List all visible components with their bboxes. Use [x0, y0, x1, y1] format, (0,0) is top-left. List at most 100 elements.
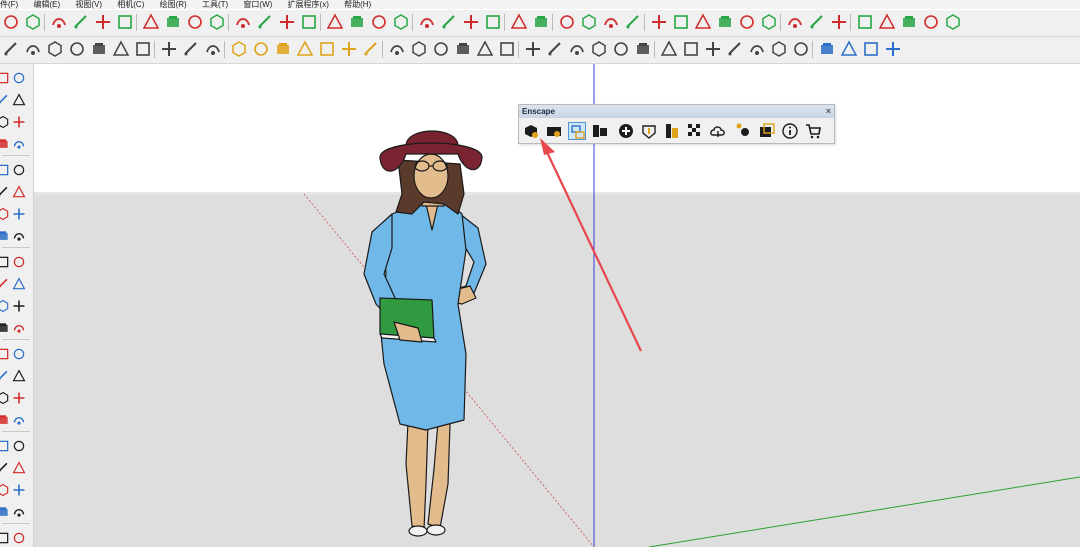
scale-icon-alt[interactable] [12, 346, 26, 362]
enscape-toolbar[interactable]: Enscape × [518, 104, 835, 144]
hex2-icon[interactable] [878, 13, 896, 31]
live-update-icon[interactable] [545, 122, 563, 140]
previous-view-icon[interactable] [112, 40, 130, 58]
rectangle-icon[interactable] [0, 184, 10, 200]
scale-icon[interactable] [0, 346, 10, 362]
axes-icon[interactable] [340, 40, 358, 58]
enscape-close-button[interactable]: × [826, 105, 831, 118]
styles-icon[interactable] [462, 13, 480, 31]
hex4-icon[interactable] [922, 13, 940, 31]
hidden-line-icon[interactable] [568, 40, 586, 58]
push-pull-icon-alt[interactable] [12, 254, 26, 270]
tape-icon[interactable] [0, 368, 10, 384]
follow-me-icon[interactable] [164, 13, 182, 31]
eraser-icon[interactable] [0, 114, 10, 130]
badge-75-icon[interactable] [672, 13, 690, 31]
eyedropper-icon[interactable] [300, 13, 318, 31]
axes-icon[interactable] [0, 438, 10, 454]
rectangle-icon[interactable] [116, 13, 134, 31]
monochrome-icon[interactable] [634, 40, 652, 58]
capture-icon[interactable] [591, 122, 609, 140]
back-view-icon[interactable] [476, 40, 494, 58]
zoom-icon[interactable] [0, 504, 10, 520]
gear-icon[interactable] [580, 13, 598, 31]
paint-bucket-icon[interactable] [278, 13, 296, 31]
offset-icon[interactable] [256, 13, 274, 31]
shaded-icon[interactable] [590, 40, 608, 58]
protractor-icon[interactable] [274, 40, 292, 58]
tape-icon-alt[interactable] [12, 368, 26, 384]
menu-tools[interactable]: 工具(T) [202, 0, 228, 9]
box-outline-icon[interactable] [840, 40, 858, 58]
select-icon-alt[interactable] [12, 70, 26, 86]
polygon-icon[interactable] [0, 228, 10, 244]
walk-icon[interactable] [46, 40, 64, 58]
upload-icon[interactable] [640, 122, 658, 140]
droplet-icon[interactable] [694, 13, 712, 31]
dimension-icon-alt[interactable] [12, 390, 26, 406]
scale-icon[interactable] [234, 13, 252, 31]
component-icon[interactable] [230, 40, 248, 58]
next-view-icon[interactable] [134, 40, 152, 58]
select-arrow-icon[interactable] [24, 13, 42, 31]
eraser-icon[interactable] [50, 13, 68, 31]
pan-icon[interactable] [24, 40, 42, 58]
box-teal-icon[interactable] [884, 40, 902, 58]
look-around-icon[interactable] [68, 40, 86, 58]
orbit-icon[interactable] [2, 40, 20, 58]
rotate-icon[interactable] [0, 320, 10, 336]
enscape-title-bar[interactable]: Enscape × [519, 105, 834, 118]
text-icon[interactable] [318, 40, 336, 58]
asset-library-icon[interactable] [663, 122, 681, 140]
offset-icon[interactable] [0, 276, 10, 292]
render-icon[interactable] [624, 13, 642, 31]
position-camera-icon[interactable] [90, 40, 108, 58]
menu-draw[interactable]: 绘图(R) [160, 0, 187, 9]
info-icon[interactable] [781, 122, 799, 140]
menu-camera[interactable]: 相机(C) [117, 0, 144, 9]
line-icon-alt[interactable] [12, 136, 26, 152]
front-view-icon[interactable] [432, 40, 450, 58]
person-figure[interactable] [363, 130, 487, 537]
menu-extensions[interactable]: 扩展程序(x) [288, 0, 329, 9]
iso-view-icon[interactable] [388, 40, 406, 58]
smoove-icon[interactable] [726, 40, 744, 58]
dotted-line-icon[interactable] [830, 13, 848, 31]
xray-icon[interactable] [524, 40, 542, 58]
textured-icon[interactable] [612, 40, 630, 58]
pan-icon-alt[interactable] [12, 482, 26, 498]
settings-icon[interactable] [418, 13, 436, 31]
left-view-icon[interactable] [498, 40, 516, 58]
terrain-icon[interactable] [704, 40, 722, 58]
rectangle-icon-alt[interactable] [12, 184, 26, 200]
axes-icon-alt[interactable] [12, 438, 26, 454]
menu-file[interactable]: 件(F) [0, 0, 18, 9]
move-icon-alt[interactable] [12, 298, 26, 314]
rotate-icon[interactable] [208, 13, 226, 31]
circle-icon-alt[interactable] [12, 206, 26, 222]
angle-icon[interactable] [296, 40, 314, 58]
top-view-icon[interactable] [410, 40, 428, 58]
lock-icon[interactable] [204, 40, 222, 58]
cloud-download-icon[interactable] [760, 13, 778, 31]
section-plane-icon[interactable] [326, 13, 344, 31]
sync-views-icon[interactable] [568, 122, 586, 140]
layers-icon[interactable] [440, 13, 458, 31]
box-dark-icon[interactable] [862, 40, 880, 58]
settings-icon[interactable] [735, 122, 753, 140]
section-cut-icon[interactable] [160, 40, 178, 58]
circle-icon[interactable] [0, 206, 10, 222]
move-icon[interactable] [0, 298, 10, 314]
menu-edit[interactable]: 编辑(E) [33, 0, 60, 9]
open-folder-icon[interactable] [558, 13, 576, 31]
orbit-icon[interactable] [0, 460, 10, 476]
material-editor-icon[interactable] [686, 122, 704, 140]
push-pull-icon[interactable] [142, 13, 160, 31]
zoom-icon[interactable] [2, 13, 20, 31]
3d-text-icon[interactable] [362, 40, 380, 58]
polygon-icon-alt[interactable] [12, 228, 26, 244]
menu-window[interactable]: 窗口(W) [243, 0, 272, 9]
start-enscape-icon[interactable] [522, 122, 540, 140]
offset-icon-alt[interactable] [12, 276, 26, 292]
zoom-icon-alt[interactable] [12, 504, 26, 520]
